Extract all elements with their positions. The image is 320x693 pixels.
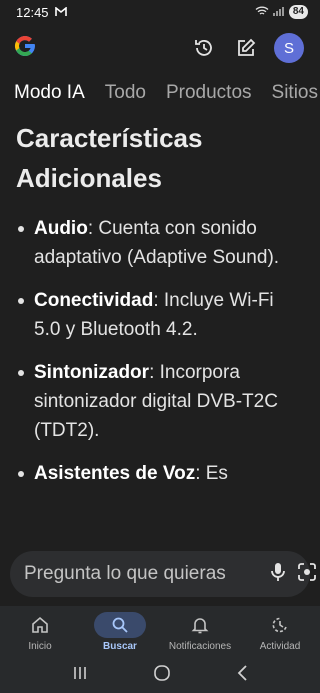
status-left: 12:45 xyxy=(16,5,67,20)
status-bar: 12:45 84 xyxy=(0,0,320,24)
home-circle-icon xyxy=(154,665,170,681)
feature-term: Audio xyxy=(34,218,88,239)
microphone-icon xyxy=(271,562,285,581)
history-icon xyxy=(195,40,212,56)
status-time: 12:45 xyxy=(16,4,49,20)
nav-pill xyxy=(94,612,146,638)
ask-bar xyxy=(10,551,316,597)
ask-input[interactable] xyxy=(24,563,269,585)
list-item: Asistentes de Voz: Es xyxy=(16,459,304,488)
feature-term: Conectividad xyxy=(34,290,154,311)
list-item: Sintonizador: Incorpora sintonizador dig… xyxy=(16,358,304,445)
app-header: S xyxy=(0,28,320,68)
nav-item-notificaciones[interactable]: Notificaciones xyxy=(160,606,240,658)
tab-sitios[interactable]: Sitios xyxy=(272,76,318,114)
nav-pill xyxy=(14,612,66,638)
bell-icon xyxy=(191,618,209,634)
header-actions: S xyxy=(190,33,304,63)
ai-response-content: Características Adicionales Audio: Cuent… xyxy=(0,116,320,546)
nav-pill xyxy=(254,612,306,638)
features-list: Audio: Cuenta con sonido adaptativo (Ada… xyxy=(16,214,304,488)
nav-label: Buscar xyxy=(103,641,137,652)
nav-label: Actividad xyxy=(259,641,301,652)
wifi-icon xyxy=(255,3,269,21)
list-item: Audio: Cuenta con sonido adaptativo (Ada… xyxy=(16,214,304,272)
tab-modo-ia[interactable]: Modo IA xyxy=(14,76,85,114)
bottom-navigation: Inicio Buscar Notificaciones Actividad xyxy=(0,606,320,658)
avatar[interactable]: S xyxy=(274,33,304,63)
edit-icon xyxy=(238,38,256,56)
microphone-button[interactable] xyxy=(269,562,287,587)
back-icon xyxy=(237,665,247,681)
nav-label: Notificaciones xyxy=(168,641,232,652)
tab-productos[interactable]: Productos xyxy=(166,76,252,114)
status-right: 84 xyxy=(255,3,308,21)
list-item: Conectividad: Incluye Wi-Fi 5.0 y Blueto… xyxy=(16,286,304,344)
search-icon xyxy=(112,617,128,633)
recents-icon xyxy=(74,667,87,679)
feature-term: Asistentes de Voz xyxy=(34,463,196,484)
home-button[interactable] xyxy=(153,664,171,687)
lens-button[interactable] xyxy=(297,562,317,587)
camera-lens-icon xyxy=(298,562,316,581)
new-chat-button[interactable] xyxy=(232,34,260,62)
nav-item-inicio[interactable]: Inicio xyxy=(0,606,80,658)
feature-term: Sintonizador xyxy=(34,362,150,383)
signal-icon xyxy=(272,3,285,21)
feature-text: : Es xyxy=(195,463,228,484)
search-tabs: Modo IA Todo Productos Sitios xyxy=(0,76,320,114)
nav-pill xyxy=(174,612,226,638)
home-icon xyxy=(32,616,48,633)
tab-todo[interactable]: Todo xyxy=(105,76,146,114)
recents-button[interactable] xyxy=(72,666,88,685)
gmail-notification-icon xyxy=(54,5,67,20)
google-logo-icon xyxy=(12,33,38,64)
back-button[interactable] xyxy=(236,665,248,686)
section-heading: Características Adicionales xyxy=(16,123,203,193)
activity-icon xyxy=(272,617,287,633)
history-button[interactable] xyxy=(190,34,218,62)
battery-indicator: 84 xyxy=(288,5,308,19)
ask-bar-actions xyxy=(269,562,317,587)
system-navigation xyxy=(0,658,320,693)
nav-label: Inicio xyxy=(28,641,52,652)
nav-item-buscar[interactable]: Buscar xyxy=(80,606,160,658)
nav-item-actividad[interactable]: Actividad xyxy=(240,606,320,658)
